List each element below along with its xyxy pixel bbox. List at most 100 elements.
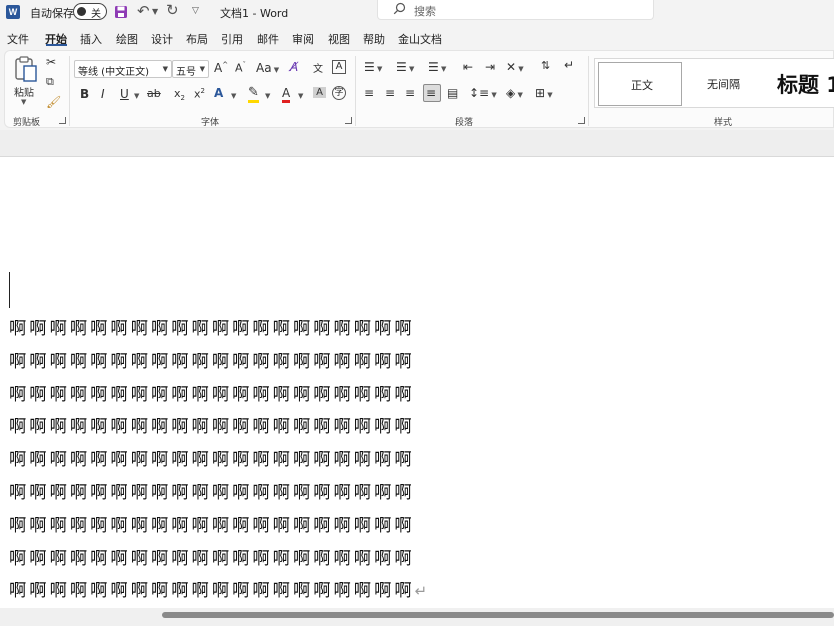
style-normal[interactable]: 正文 xyxy=(598,62,682,106)
document-body[interactable]: 啊啊啊啊啊啊啊啊啊啊啊啊啊啊啊啊啊啊啊啊 啊啊啊啊啊啊啊啊啊啊啊啊啊啊啊啊啊啊啊… xyxy=(9,313,469,608)
styles-gallery: 正文 无间隔 标题 1 xyxy=(594,58,834,108)
active-tab-indicator xyxy=(46,44,67,46)
highlight-icon[interactable]: ✎ xyxy=(248,85,259,103)
shrink-font-icon[interactable]: Aˇ xyxy=(235,61,246,75)
phonetic-guide-icon[interactable]: 文 xyxy=(313,60,323,75)
paste-label: 粘贴 xyxy=(14,88,34,99)
underline-dropdown-icon[interactable]: ▼ xyxy=(134,92,139,100)
character-shading-icon[interactable]: A xyxy=(313,87,326,98)
borders-icon[interactable]: ⊞ ▼ xyxy=(535,86,553,100)
tab-help[interactable]: 帮助 xyxy=(363,31,385,47)
document-line[interactable]: 啊啊啊啊啊啊啊啊啊啊啊啊啊啊啊啊啊啊啊啊 xyxy=(9,444,469,477)
paragraph-launcher-icon[interactable] xyxy=(578,117,585,124)
ribbon-tabs: 文件 开始 插入 绘图 设计 布局 引用 邮件 审阅 视图 帮助 金山文档 xyxy=(0,26,834,50)
tab-kingsoft-docs[interactable]: 金山文档 xyxy=(398,31,442,47)
paragraph-group-label: 段落 xyxy=(455,118,474,128)
enclose-characters-icon[interactable]: 字 xyxy=(332,86,346,100)
line-spacing-icon[interactable]: ↕≡ ▼ xyxy=(469,86,497,100)
paste-dropdown-icon[interactable]: ▼ xyxy=(21,98,26,106)
tab-design[interactable]: 设计 xyxy=(151,31,173,47)
change-case-icon[interactable]: Aa ▼ xyxy=(256,61,279,75)
save-icon[interactable] xyxy=(114,5,128,19)
tab-view[interactable]: 视图 xyxy=(328,31,350,47)
sort-icon[interactable]: ⇅ xyxy=(541,59,550,72)
undo-icon[interactable]: ↶ xyxy=(137,2,150,20)
document-line-text: 啊啊啊啊啊啊啊啊啊啊啊啊啊啊啊啊啊啊啊啊 xyxy=(9,581,415,602)
autosave-label: 自动保存 xyxy=(30,7,74,20)
autosave-state: 关 xyxy=(91,9,101,20)
autosave-toggle[interactable]: 关 xyxy=(73,3,107,20)
separator xyxy=(355,56,356,126)
bold-button[interactable]: B xyxy=(80,87,89,101)
text-effects-icon[interactable]: A xyxy=(214,86,223,100)
document-line[interactable]: 啊啊啊啊啊啊啊啊啊啊啊啊啊啊啊啊啊啊啊啊 xyxy=(9,313,469,346)
show-marks-icon[interactable]: ↵ xyxy=(564,58,574,72)
separator xyxy=(69,56,70,126)
underline-button[interactable]: U xyxy=(120,87,129,101)
chevron-down-icon: ▼ xyxy=(199,65,205,73)
chinese-layout-icon[interactable]: ✕ ▼ xyxy=(506,60,524,74)
text-cursor xyxy=(9,272,10,308)
word-logo-icon: W xyxy=(6,5,20,19)
bullets-icon[interactable]: ☰ ▼ xyxy=(364,60,382,74)
title-bar: W 自动保存 关 ↶ ▼ ↻ ▽ 文档1 - Word 搜索 xyxy=(0,0,834,26)
italic-button[interactable]: I xyxy=(101,87,105,101)
paste-icon[interactable] xyxy=(12,55,40,83)
font-name-value: 等线 (中文正文) xyxy=(78,67,149,78)
tab-file[interactable]: 文件 xyxy=(7,31,29,47)
font-size-combo[interactable]: 五号 ▼ xyxy=(172,60,209,78)
clipboard-launcher-icon[interactable] xyxy=(59,117,66,124)
tab-draw[interactable]: 绘图 xyxy=(116,31,138,47)
text-effects-dropdown-icon[interactable]: ▼ xyxy=(231,92,236,100)
tab-insert[interactable]: 插入 xyxy=(80,31,102,47)
grow-font-icon[interactable]: A^ xyxy=(214,61,228,75)
font-launcher-icon[interactable] xyxy=(345,117,352,124)
superscript-button[interactable]: x2 xyxy=(194,87,205,101)
increase-indent-icon[interactable]: ⇥ xyxy=(485,60,495,74)
document-line[interactable]: 啊啊啊啊啊啊啊啊啊啊啊啊啊啊啊啊啊啊啊啊 xyxy=(9,510,469,543)
style-heading-1[interactable]: 标题 1 xyxy=(777,69,834,99)
highlight-dropdown-icon[interactable]: ▼ xyxy=(265,92,270,100)
tab-mailings[interactable]: 邮件 xyxy=(257,31,279,47)
undo-dropdown-icon[interactable]: ▼ xyxy=(152,7,158,16)
search-placeholder: 搜索 xyxy=(414,5,436,18)
clipboard-group-label: 剪贴板 xyxy=(13,118,41,128)
scrollbar-thumb[interactable] xyxy=(162,612,834,618)
clear-formatting-icon[interactable]: A̸ xyxy=(290,60,298,74)
shading-icon[interactable]: ◈ ▼ xyxy=(506,86,523,100)
paragraph-mark-icon: ↵ xyxy=(414,582,428,601)
strikethrough-button[interactable]: ab xyxy=(147,87,161,100)
styles-group-label: 样式 xyxy=(714,118,733,128)
decrease-indent-icon[interactable]: ⇤ xyxy=(463,60,473,74)
document-line[interactable]: 啊啊啊啊啊啊啊啊啊啊啊啊啊啊啊啊啊啊啊啊 xyxy=(9,477,469,510)
document-line[interactable]: 啊啊啊啊啊啊啊啊啊啊啊啊啊啊啊啊啊啊啊啊 xyxy=(9,411,469,444)
align-right-icon[interactable]: ≡ xyxy=(405,86,415,100)
font-color-dropdown-icon[interactable]: ▼ xyxy=(298,92,303,100)
subscript-button[interactable]: x2 xyxy=(174,87,185,102)
font-group-label: 字体 xyxy=(201,118,220,128)
font-color-icon[interactable]: A xyxy=(282,86,291,103)
align-center-icon[interactable]: ≡ xyxy=(385,86,395,100)
style-no-spacing[interactable]: 无间隔 xyxy=(707,76,740,92)
copy-icon[interactable]: ⧉ xyxy=(46,75,54,89)
search-box[interactable]: 搜索 xyxy=(377,0,654,20)
tab-references[interactable]: 引用 xyxy=(221,31,243,47)
document-line[interactable]: 啊啊啊啊啊啊啊啊啊啊啊啊啊啊啊啊啊啊啊啊 xyxy=(9,543,469,576)
distributed-icon[interactable]: ▤ xyxy=(447,86,458,100)
tab-review[interactable]: 审阅 xyxy=(292,31,314,47)
character-border-icon[interactable]: A xyxy=(332,60,346,74)
multilevel-list-icon[interactable]: ☰ ▼ xyxy=(428,60,446,74)
document-line-last[interactable]: 啊啊啊啊啊啊啊啊啊啊啊啊啊啊啊啊啊啊啊啊↵ xyxy=(9,575,469,608)
tab-layout[interactable]: 布局 xyxy=(186,31,208,47)
document-title: 文档1 - Word xyxy=(220,7,289,20)
format-painter-icon[interactable]: 🖌 xyxy=(46,95,61,109)
document-line[interactable]: 啊啊啊啊啊啊啊啊啊啊啊啊啊啊啊啊啊啊啊啊 xyxy=(9,379,469,412)
customize-qat-icon[interactable]: ▽ xyxy=(192,6,199,16)
align-left-icon[interactable]: ≡ xyxy=(364,86,374,100)
horizontal-scrollbar[interactable] xyxy=(0,608,834,626)
redo-icon[interactable]: ↻ xyxy=(166,1,179,19)
numbering-icon[interactable]: ☰ ▼ xyxy=(396,60,414,74)
document-line[interactable]: 啊啊啊啊啊啊啊啊啊啊啊啊啊啊啊啊啊啊啊啊 xyxy=(9,346,469,379)
font-name-combo[interactable]: 等线 (中文正文) ▼ xyxy=(74,60,172,78)
cut-icon[interactable]: ✂ xyxy=(46,55,56,69)
